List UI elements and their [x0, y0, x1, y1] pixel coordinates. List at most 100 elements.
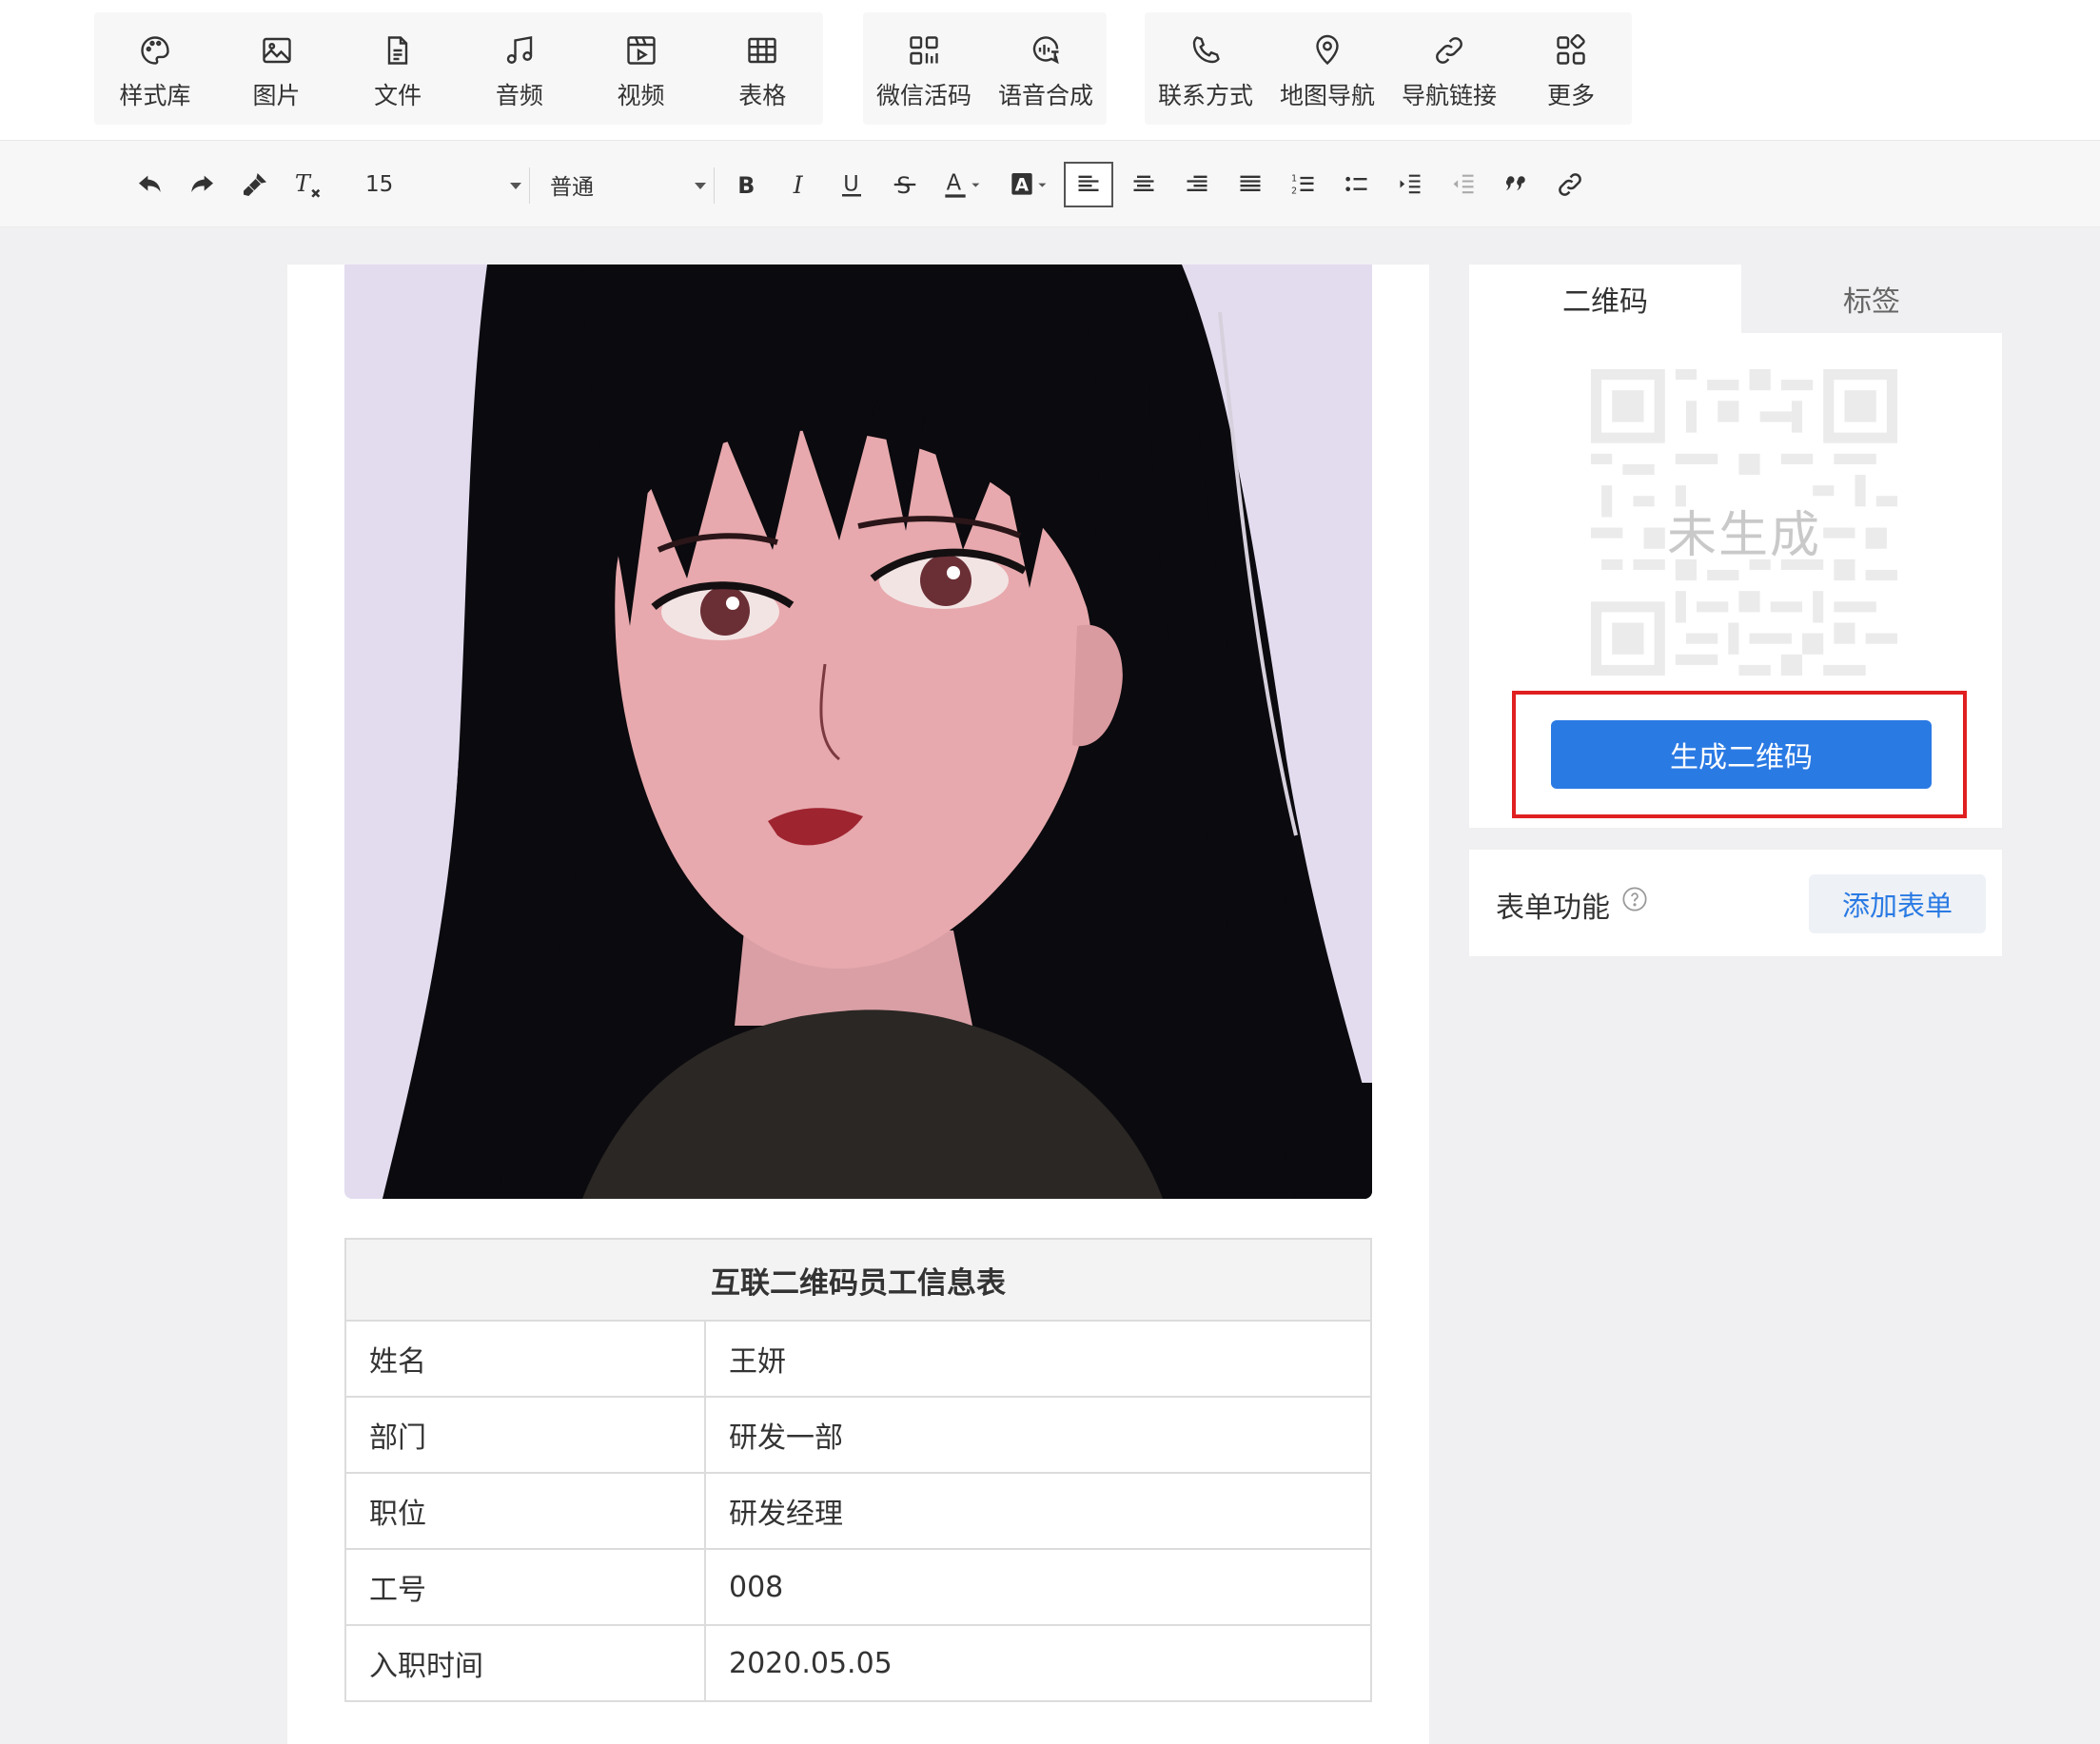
video-button[interactable]: 视频	[580, 12, 702, 125]
portrait-image[interactable]	[344, 265, 1372, 1199]
chevron-down-icon	[695, 183, 706, 189]
font-size-select[interactable]: 15	[354, 162, 527, 207]
tab-qr-code[interactable]: 二维码	[1469, 265, 1741, 333]
svg-text:A: A	[1015, 176, 1030, 196]
speech-synthesis-icon	[1032, 36, 1059, 65]
format-toolbar: T 15 普通 B I U S A A 12	[0, 141, 2100, 227]
table-cell-key[interactable]: 部门	[344, 1396, 706, 1474]
divider	[714, 167, 715, 204]
add-form-button[interactable]: 添加表单	[1809, 874, 1986, 933]
more-grid-icon	[1557, 33, 1585, 65]
video-label: 视频	[617, 82, 665, 109]
table-cell-value[interactable]: 研发一部	[704, 1396, 1372, 1474]
map-navigation-button[interactable]: 地图导航	[1266, 12, 1388, 125]
file-button[interactable]: 文件	[337, 12, 459, 125]
live-code-icon	[910, 36, 938, 65]
redo-button[interactable]	[181, 162, 223, 207]
table-icon	[748, 37, 776, 64]
table-row: 入职时间 2020.05.05	[344, 1624, 1372, 1702]
paragraph-style-value: 普通	[550, 175, 594, 200]
table-cell-key[interactable]: 工号	[344, 1548, 706, 1626]
image-icon	[262, 37, 291, 64]
svg-text:A: A	[947, 170, 962, 195]
palette-icon	[141, 36, 169, 65]
employee-info-table[interactable]: 互联二维码员工信息表 姓名 王妍 部门 研发一部 职位 研发经理 工号 008 …	[344, 1238, 1372, 1702]
font-color-button[interactable]: A	[936, 162, 990, 207]
svg-text:B: B	[737, 172, 755, 199]
insert-link-button[interactable]	[1549, 162, 1591, 207]
table-header-row: 互联二维码员工信息表	[344, 1238, 1372, 1322]
link-icon	[1436, 37, 1462, 64]
video-icon	[626, 36, 656, 65]
map-navigation-label: 地图导航	[1279, 82, 1375, 109]
table-cell-value[interactable]: 2020.05.05	[704, 1624, 1372, 1702]
clear-format-icon: T	[295, 170, 321, 198]
table-cell-value[interactable]: 研发经理	[704, 1472, 1372, 1550]
bold-button[interactable]: B	[725, 162, 767, 207]
undo-icon	[139, 175, 161, 192]
outdent-button[interactable]	[1443, 162, 1484, 207]
ordered-list-button[interactable]: 12	[1283, 162, 1325, 207]
wechat-live-code-label: 微信活码	[875, 82, 971, 109]
chevron-down-icon	[510, 183, 521, 189]
align-right-icon	[1187, 175, 1207, 191]
bullet-list-button[interactable]	[1336, 162, 1378, 207]
indent-icon	[1400, 174, 1421, 194]
navigation-link-button[interactable]: 导航链接	[1388, 12, 1510, 125]
undo-button[interactable]	[129, 162, 171, 207]
svg-text:I: I	[793, 171, 804, 199]
table-cell-value[interactable]: 王妍	[704, 1320, 1372, 1398]
style-library-button[interactable]: 样式库	[94, 12, 216, 125]
blockquote-button[interactable]	[1496, 162, 1538, 207]
wechat-live-code-button[interactable]: 微信活码	[863, 12, 985, 125]
speech-synthesis-button[interactable]: 语音合成	[985, 12, 1107, 125]
strikethrough-button[interactable]: S	[884, 162, 926, 207]
italic-button[interactable]: I	[778, 162, 820, 207]
style-library-label: 样式库	[119, 82, 191, 109]
table-row: 职位 研发经理	[344, 1472, 1372, 1550]
align-right-button[interactable]	[1176, 162, 1218, 207]
svg-text:1: 1	[1291, 174, 1297, 185]
insert-group-contact: 联系方式 地图导航 导航链接 更多	[1145, 12, 1632, 125]
form-function-label: 表单功能	[1496, 892, 1610, 925]
svg-text:U: U	[843, 171, 858, 196]
tab-tags[interactable]: 标签	[1741, 265, 2002, 333]
table-cell-value[interactable]: 008	[704, 1548, 1372, 1626]
align-left-button[interactable]	[1064, 162, 1113, 207]
clear-format-button[interactable]: T	[287, 162, 329, 207]
audio-button[interactable]: 音频	[459, 12, 580, 125]
italic-icon: I	[793, 171, 804, 199]
format-painter-button[interactable]	[234, 162, 276, 207]
table-cell-key[interactable]: 姓名	[344, 1320, 706, 1398]
navigation-link-label: 导航链接	[1401, 82, 1497, 109]
strikethrough-icon: S	[893, 172, 916, 199]
table-cell-key[interactable]: 入职时间	[344, 1624, 706, 1702]
align-left-icon	[1078, 175, 1099, 191]
table-button[interactable]: 表格	[701, 12, 823, 125]
outdent-icon	[1453, 174, 1474, 194]
bullet-list-icon	[1345, 176, 1367, 191]
justify-button[interactable]	[1229, 162, 1271, 207]
map-pin-icon	[1316, 34, 1339, 66]
table-title: 互联二维码员工信息表	[344, 1238, 1372, 1322]
qr-placeholder-text: 未生成	[1666, 507, 1821, 564]
table-cell-key[interactable]: 职位	[344, 1472, 706, 1550]
image-button[interactable]: 图片	[216, 12, 338, 125]
table-label: 表格	[738, 82, 787, 109]
file-icon	[387, 36, 408, 65]
indent-button[interactable]	[1389, 162, 1431, 207]
underline-button[interactable]: U	[831, 162, 873, 207]
background-color-button[interactable]: A	[1003, 162, 1056, 207]
align-center-button[interactable]	[1123, 162, 1165, 207]
anime-portrait-illustration	[344, 265, 1372, 1199]
paragraph-style-select[interactable]: 普通	[539, 162, 712, 207]
contact-button[interactable]: 联系方式	[1145, 12, 1266, 125]
align-center-icon	[1133, 175, 1154, 191]
more-button[interactable]: 更多	[1510, 12, 1632, 125]
help-icon[interactable]	[1621, 886, 1648, 912]
generate-qr-button[interactable]: 生成二维码	[1551, 720, 1932, 789]
divider	[529, 167, 530, 204]
phone-icon	[1192, 36, 1220, 64]
bold-icon: B	[737, 172, 755, 199]
redo-icon	[191, 175, 213, 192]
